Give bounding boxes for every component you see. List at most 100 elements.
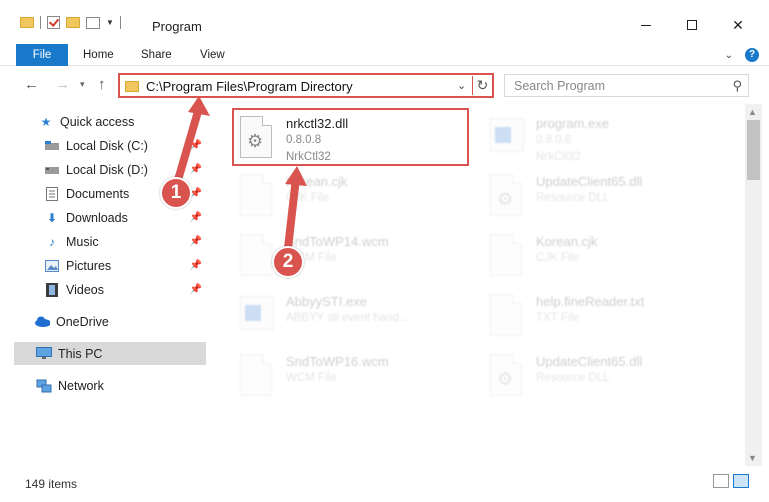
star-icon: ★: [40, 114, 52, 129]
chevron-down-icon[interactable]: ▼: [106, 18, 114, 27]
file-type: WCM File: [286, 372, 337, 384]
file-type: Resource DLL: [536, 192, 610, 204]
minimize-button[interactable]: [623, 10, 669, 40]
file-version: 0.8.0.8: [536, 134, 572, 146]
pin-icon[interactable]: 📌: [190, 260, 202, 271]
pin-icon[interactable]: 📌: [190, 284, 202, 295]
vertical-scrollbar[interactable]: ▲ ▼: [745, 104, 762, 466]
properties-check-icon[interactable]: [47, 16, 60, 29]
status-bar: 149 items: [0, 466, 769, 502]
gear-icon: ⚙: [497, 189, 514, 209]
scroll-up-icon[interactable]: ▲: [748, 107, 757, 117]
sidebar-item-downloads[interactable]: ⬇ Downloads 📌: [14, 206, 206, 229]
details-view-icon[interactable]: [713, 474, 729, 488]
close-button[interactable]: ✕: [715, 10, 761, 40]
separator: [40, 16, 41, 29]
tab-share[interactable]: Share: [131, 44, 182, 66]
sidebar-item-network[interactable]: Network: [14, 374, 206, 397]
sidebar-item-label: Quick access: [60, 114, 135, 129]
pin-icon[interactable]: 📌: [190, 140, 202, 151]
gear-icon: ⚙: [247, 131, 264, 151]
maximize-button[interactable]: [669, 10, 715, 40]
sidebar-item-onedrive[interactable]: OneDrive: [14, 310, 206, 333]
sidebar-item-label: OneDrive: [56, 314, 109, 329]
file-type: ABBYY sti event hand...: [286, 312, 409, 324]
separator: [119, 16, 121, 29]
file-tile-abbyysti-exe[interactable]: AbbyySTI.exe ABBYY sti event hand...: [234, 288, 462, 344]
file-tile-updateclient65-dll-2[interactable]: ⚙ UpdateClient65.dll Resource DLL: [484, 348, 712, 404]
exe-file-icon: [240, 296, 274, 330]
recent-locations-icon[interactable]: ▾: [80, 79, 85, 90]
back-arrow-icon[interactable]: ←: [24, 76, 39, 93]
file-name: AbbyySTI.exe: [286, 294, 367, 309]
tiles-view-icon[interactable]: [733, 474, 749, 488]
file-name: help.fineReader.txt: [536, 294, 645, 309]
pin-icon[interactable]: 📌: [190, 164, 202, 175]
chevron-down-icon[interactable]: ⌄: [457, 79, 466, 92]
gear-icon: ⚙: [497, 369, 514, 389]
sidebar-item-quick-access[interactable]: ★ Quick access: [14, 110, 206, 133]
file-tile-updateclient65-dll[interactable]: ⚙ UpdateClient65.dll Resource DLL: [484, 168, 712, 224]
download-icon: ⬇: [46, 210, 58, 225]
sidebar-item-label: This PC: [58, 346, 103, 361]
generic-file-icon: [240, 234, 272, 276]
pin-icon[interactable]: 📌: [190, 212, 202, 223]
exe-file-icon: [490, 118, 524, 152]
sidebar-item-music[interactable]: ♪ Music 📌: [14, 230, 206, 253]
file-list: ⚙ nrkctl32.dll 0.8.0.8 NrkCtl32 program.…: [208, 104, 745, 466]
close-icon: ✕: [732, 16, 744, 33]
scrollbar-thumb[interactable]: [747, 120, 760, 180]
search-icon[interactable]: ⚲: [732, 78, 742, 94]
file-tile-korean-cjk[interactable]: Korean.cjk CJK File: [234, 168, 462, 224]
dll-file-icon: ⚙: [240, 116, 272, 158]
address-bar[interactable]: C:\Program Files\Program Directory ⌄ ↻: [118, 73, 494, 98]
forward-arrow-icon[interactable]: →: [55, 76, 70, 93]
sidebar-item-this-pc[interactable]: This PC: [14, 342, 206, 365]
tab-file[interactable]: File: [16, 44, 68, 66]
sidebar-item-videos[interactable]: Videos 📌: [14, 278, 206, 301]
file-name: UpdateClient65.dll: [536, 354, 643, 369]
file-type: Resource DLL: [536, 372, 610, 384]
pin-icon[interactable]: 📌: [190, 236, 202, 247]
maximize-icon: [687, 20, 697, 30]
file-tile-sndtowp16-wcm[interactable]: SndToWP16.wcm WCM File: [234, 348, 462, 404]
item-count: 149 items: [25, 477, 78, 491]
minimize-icon: [641, 24, 651, 26]
sidebar-item-local-disk-c[interactable]: Local Disk (C:) 📌: [14, 134, 206, 157]
help-icon[interactable]: ?: [745, 48, 759, 62]
file-version: 0.8.0.8: [286, 134, 322, 146]
tab-home[interactable]: Home: [73, 44, 124, 66]
sidebar-item-pictures[interactable]: Pictures 📌: [14, 254, 206, 277]
tab-view[interactable]: View: [190, 44, 235, 66]
file-tile-korean-cjk-2[interactable]: Korean.cjk CJK File: [484, 228, 712, 284]
file-name: nrkctl32.dll: [286, 116, 349, 131]
file-tile-help-finereader-txt[interactable]: help.fineReader.txt TXT File: [484, 288, 712, 344]
new-folder-icon[interactable]: [66, 17, 80, 28]
scroll-down-icon[interactable]: ▼: [748, 453, 757, 463]
file-type: CJK File: [286, 192, 330, 204]
up-arrow-icon[interactable]: ↑: [98, 76, 106, 93]
folder-icon: [125, 81, 139, 92]
address-path[interactable]: C:\Program Files\Program Directory: [146, 79, 353, 94]
cloud-icon: [34, 315, 50, 329]
file-tile-nrkctl32-dll[interactable]: ⚙ nrkctl32.dll 0.8.0.8 NrkCtl32: [232, 108, 469, 166]
customize-icon[interactable]: [86, 16, 100, 29]
search-placeholder[interactable]: Search Program: [514, 79, 605, 93]
file-type: TXT File: [536, 312, 580, 324]
text-file-icon: [490, 294, 522, 336]
title-bar: ▼ Program ✕: [0, 0, 769, 44]
folder-icon: [20, 17, 34, 28]
file-name: Korean.cjk: [536, 234, 598, 249]
refresh-icon[interactable]: ↻: [472, 76, 492, 95]
network-icon: [36, 379, 52, 393]
file-tile-program-exe[interactable]: program.exe 0.8.0.8 NrkCtl32: [484, 110, 712, 166]
window-title: Program: [152, 19, 202, 34]
ribbon-tabs: File Home Share View ⌄ ?: [0, 44, 769, 66]
step-badge-1: 1: [160, 177, 192, 209]
search-input[interactable]: Search Program ⚲: [504, 74, 749, 97]
expand-ribbon-icon[interactable]: ⌄: [725, 50, 733, 61]
file-tile-sndtowp14-wcm[interactable]: SndToWP14.wcm WCM File: [234, 228, 462, 284]
drive-icon: [44, 163, 60, 177]
sidebar-item-label: Documents: [66, 186, 130, 201]
step-badge-2: 2: [272, 246, 304, 278]
